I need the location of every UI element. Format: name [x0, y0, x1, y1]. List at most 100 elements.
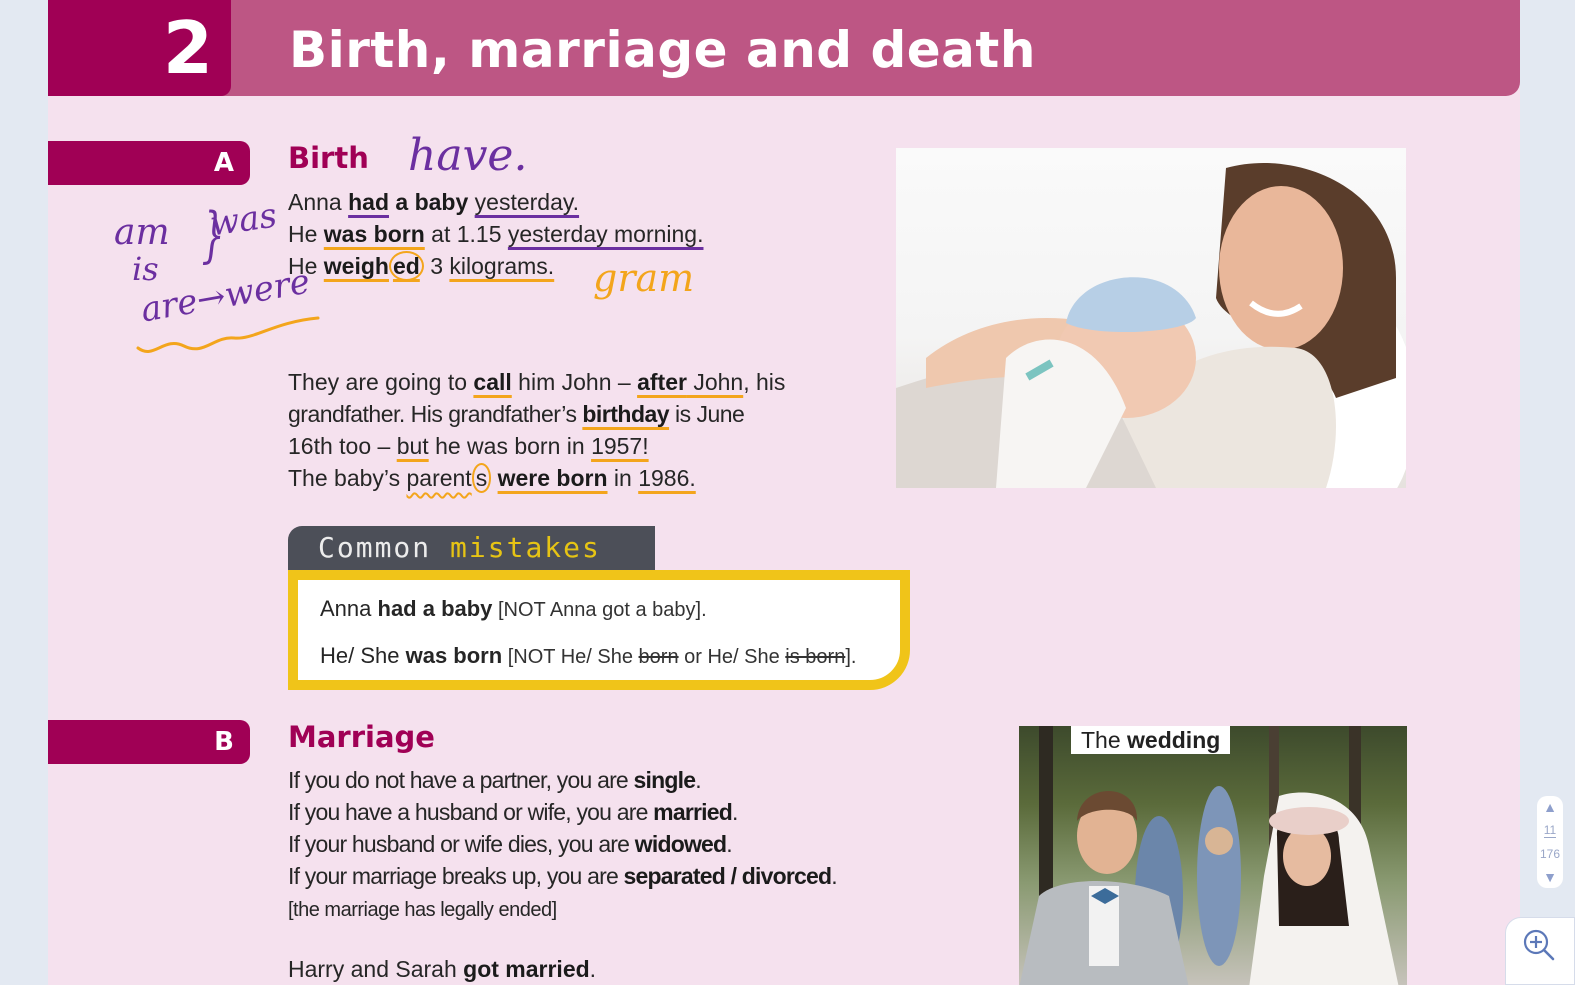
birth-line-3: He weigh ed 3 kilograms.	[288, 250, 554, 282]
key-phrase: birthday	[582, 401, 670, 427]
text: 3	[423, 253, 450, 279]
total-pages: 176	[1539, 847, 1561, 861]
birth-para-line-4: The baby’s parent s were born in 1986.	[288, 462, 696, 494]
text: him John –	[511, 369, 638, 395]
textbook-page: 2 Birth, marriage and death A Birth Anna…	[48, 0, 1520, 985]
key-word: separated / divorced	[623, 863, 833, 889]
text: .	[731, 799, 738, 825]
incorrect-form-note: [NOT He/ She	[502, 646, 639, 668]
marriage-line-5: Harry and Sarah got married.	[288, 953, 596, 985]
text: Anna	[288, 189, 349, 215]
struck-incorrect-form: born	[638, 646, 679, 668]
key-phrase: a baby	[389, 189, 469, 215]
annotation-have: have.	[408, 130, 528, 181]
birth-line-2: He was born at 1.15 yesterday morning.	[288, 218, 703, 250]
unit-header: 2 Birth, marriage and death	[48, 0, 1520, 96]
text: The baby’s	[288, 465, 407, 491]
common-mistakes-title-word-1: Common	[318, 531, 432, 564]
text: he was born in	[428, 433, 592, 459]
unit-title: Birth, marriage and death	[289, 21, 1036, 79]
incorrect-form-note: or He/ She	[678, 646, 786, 668]
caption-text: The	[1081, 727, 1128, 753]
text: If you have a husband or wife, you are	[288, 799, 654, 825]
birth-para-line-3: 16th too – but he was born in 1957!	[288, 430, 649, 462]
section-b-title: Marriage	[288, 720, 435, 754]
text: .	[726, 831, 732, 857]
key-phrase: was born	[405, 643, 503, 668]
zoom-in-icon	[1523, 929, 1555, 961]
birth-para-line-2: grandfather. His grandfather’s birthday …	[288, 398, 745, 430]
common-mistakes-box: Anna had a baby [NOT Anna got a baby]. H…	[288, 570, 910, 690]
underlined-text: yesterday.	[474, 189, 580, 215]
struck-incorrect-form: is born	[785, 646, 846, 668]
caption-key-word: wedding	[1127, 727, 1221, 753]
text: If your marriage breaks up, you are	[288, 863, 624, 889]
key-phrase: had	[348, 189, 389, 215]
text: If your husband or wife dies, you are	[288, 831, 635, 857]
text: He	[288, 221, 324, 247]
section-b-tab: B	[48, 720, 250, 764]
common-mistakes-header: Common mistakes	[288, 526, 655, 570]
key-word: widowed	[634, 831, 727, 857]
marriage-line-1: If you do not have a partner, you are si…	[288, 764, 702, 796]
page-up-arrow-icon[interactable]: ▲	[1543, 800, 1557, 814]
section-a-tab: A	[48, 141, 250, 185]
unit-number: 2	[48, 0, 231, 96]
key-phrase: got married	[463, 956, 590, 982]
marriage-note: [the marriage has legally ended]	[288, 899, 557, 921]
circled-ending: ed	[388, 251, 424, 281]
key-phrase: was born	[323, 221, 425, 247]
mistake-line-2: He/ She was born [NOT He/ She born or He…	[320, 643, 856, 669]
key-phrase: were born	[497, 465, 608, 491]
annotation-gram: gram	[593, 256, 695, 300]
mother-baby-photo	[896, 148, 1406, 488]
current-page-number: 11	[1543, 823, 1557, 838]
annotation-is: is	[132, 250, 159, 288]
text: grandfather. His grandfather’s	[288, 401, 583, 427]
section-a-title: Birth	[288, 141, 369, 175]
incorrect-form-note: [NOT Anna got a baby].	[492, 599, 707, 621]
annotation-was: was	[207, 195, 280, 245]
text: Harry and Sarah	[288, 956, 464, 982]
text: They are going to	[288, 369, 474, 395]
text: .	[695, 767, 701, 793]
underlined-text: kilograms.	[449, 253, 555, 279]
zoom-in-button[interactable]	[1505, 917, 1575, 985]
key-phrase: had a baby	[377, 596, 493, 621]
wedding-illustration	[1019, 726, 1399, 985]
underlined-text: 1986.	[638, 465, 696, 491]
underlined-text: yesterday morning.	[507, 221, 704, 247]
key-word: married	[653, 799, 733, 825]
underlined-text: John	[686, 369, 744, 395]
birth-para-line-1: They are going to call him John – after …	[288, 366, 785, 398]
page-navigator: ▲ 11 176 ▼	[1537, 796, 1563, 888]
marriage-line-3: If your husband or wife dies, you are wi…	[288, 828, 733, 860]
circled-ending: s	[471, 463, 492, 493]
wedding-caption: The wedding	[1071, 726, 1231, 754]
mistake-line-1: Anna had a baby [NOT Anna got a baby].	[320, 596, 707, 622]
text: If you do not have a partner, you are	[288, 767, 634, 793]
mother-baby-illustration	[896, 162, 1406, 488]
key-phrase: weigh	[323, 253, 389, 279]
key-phrase: after	[637, 369, 687, 395]
marriage-line-4: If your marriage breaks up, you are sepa…	[288, 860, 838, 892]
birth-line-1: Anna had a baby yesterday.	[288, 186, 579, 218]
text: Anna	[320, 596, 378, 621]
text: in	[607, 465, 639, 491]
key-phrase: call	[473, 369, 512, 395]
wavy-underlined-text: parent	[406, 465, 472, 491]
wavy-underline-mark	[136, 316, 320, 353]
incorrect-form-note: ].	[845, 646, 857, 668]
common-mistakes-title-word-2: mistakes	[450, 531, 601, 564]
text: 16th too –	[288, 433, 397, 459]
page-down-arrow-icon[interactable]: ▼	[1543, 870, 1557, 884]
text: He/ She	[320, 643, 406, 668]
text: , his	[743, 369, 786, 395]
wedding-photo: The wedding	[1019, 726, 1407, 985]
marriage-line-2: If you have a husband or wife, you are m…	[288, 796, 738, 828]
annotation-am: am	[114, 212, 170, 253]
text: .	[589, 956, 597, 982]
text: .	[831, 863, 837, 889]
underlined-text: 1957!	[591, 433, 649, 459]
text: at 1.15	[424, 221, 508, 247]
